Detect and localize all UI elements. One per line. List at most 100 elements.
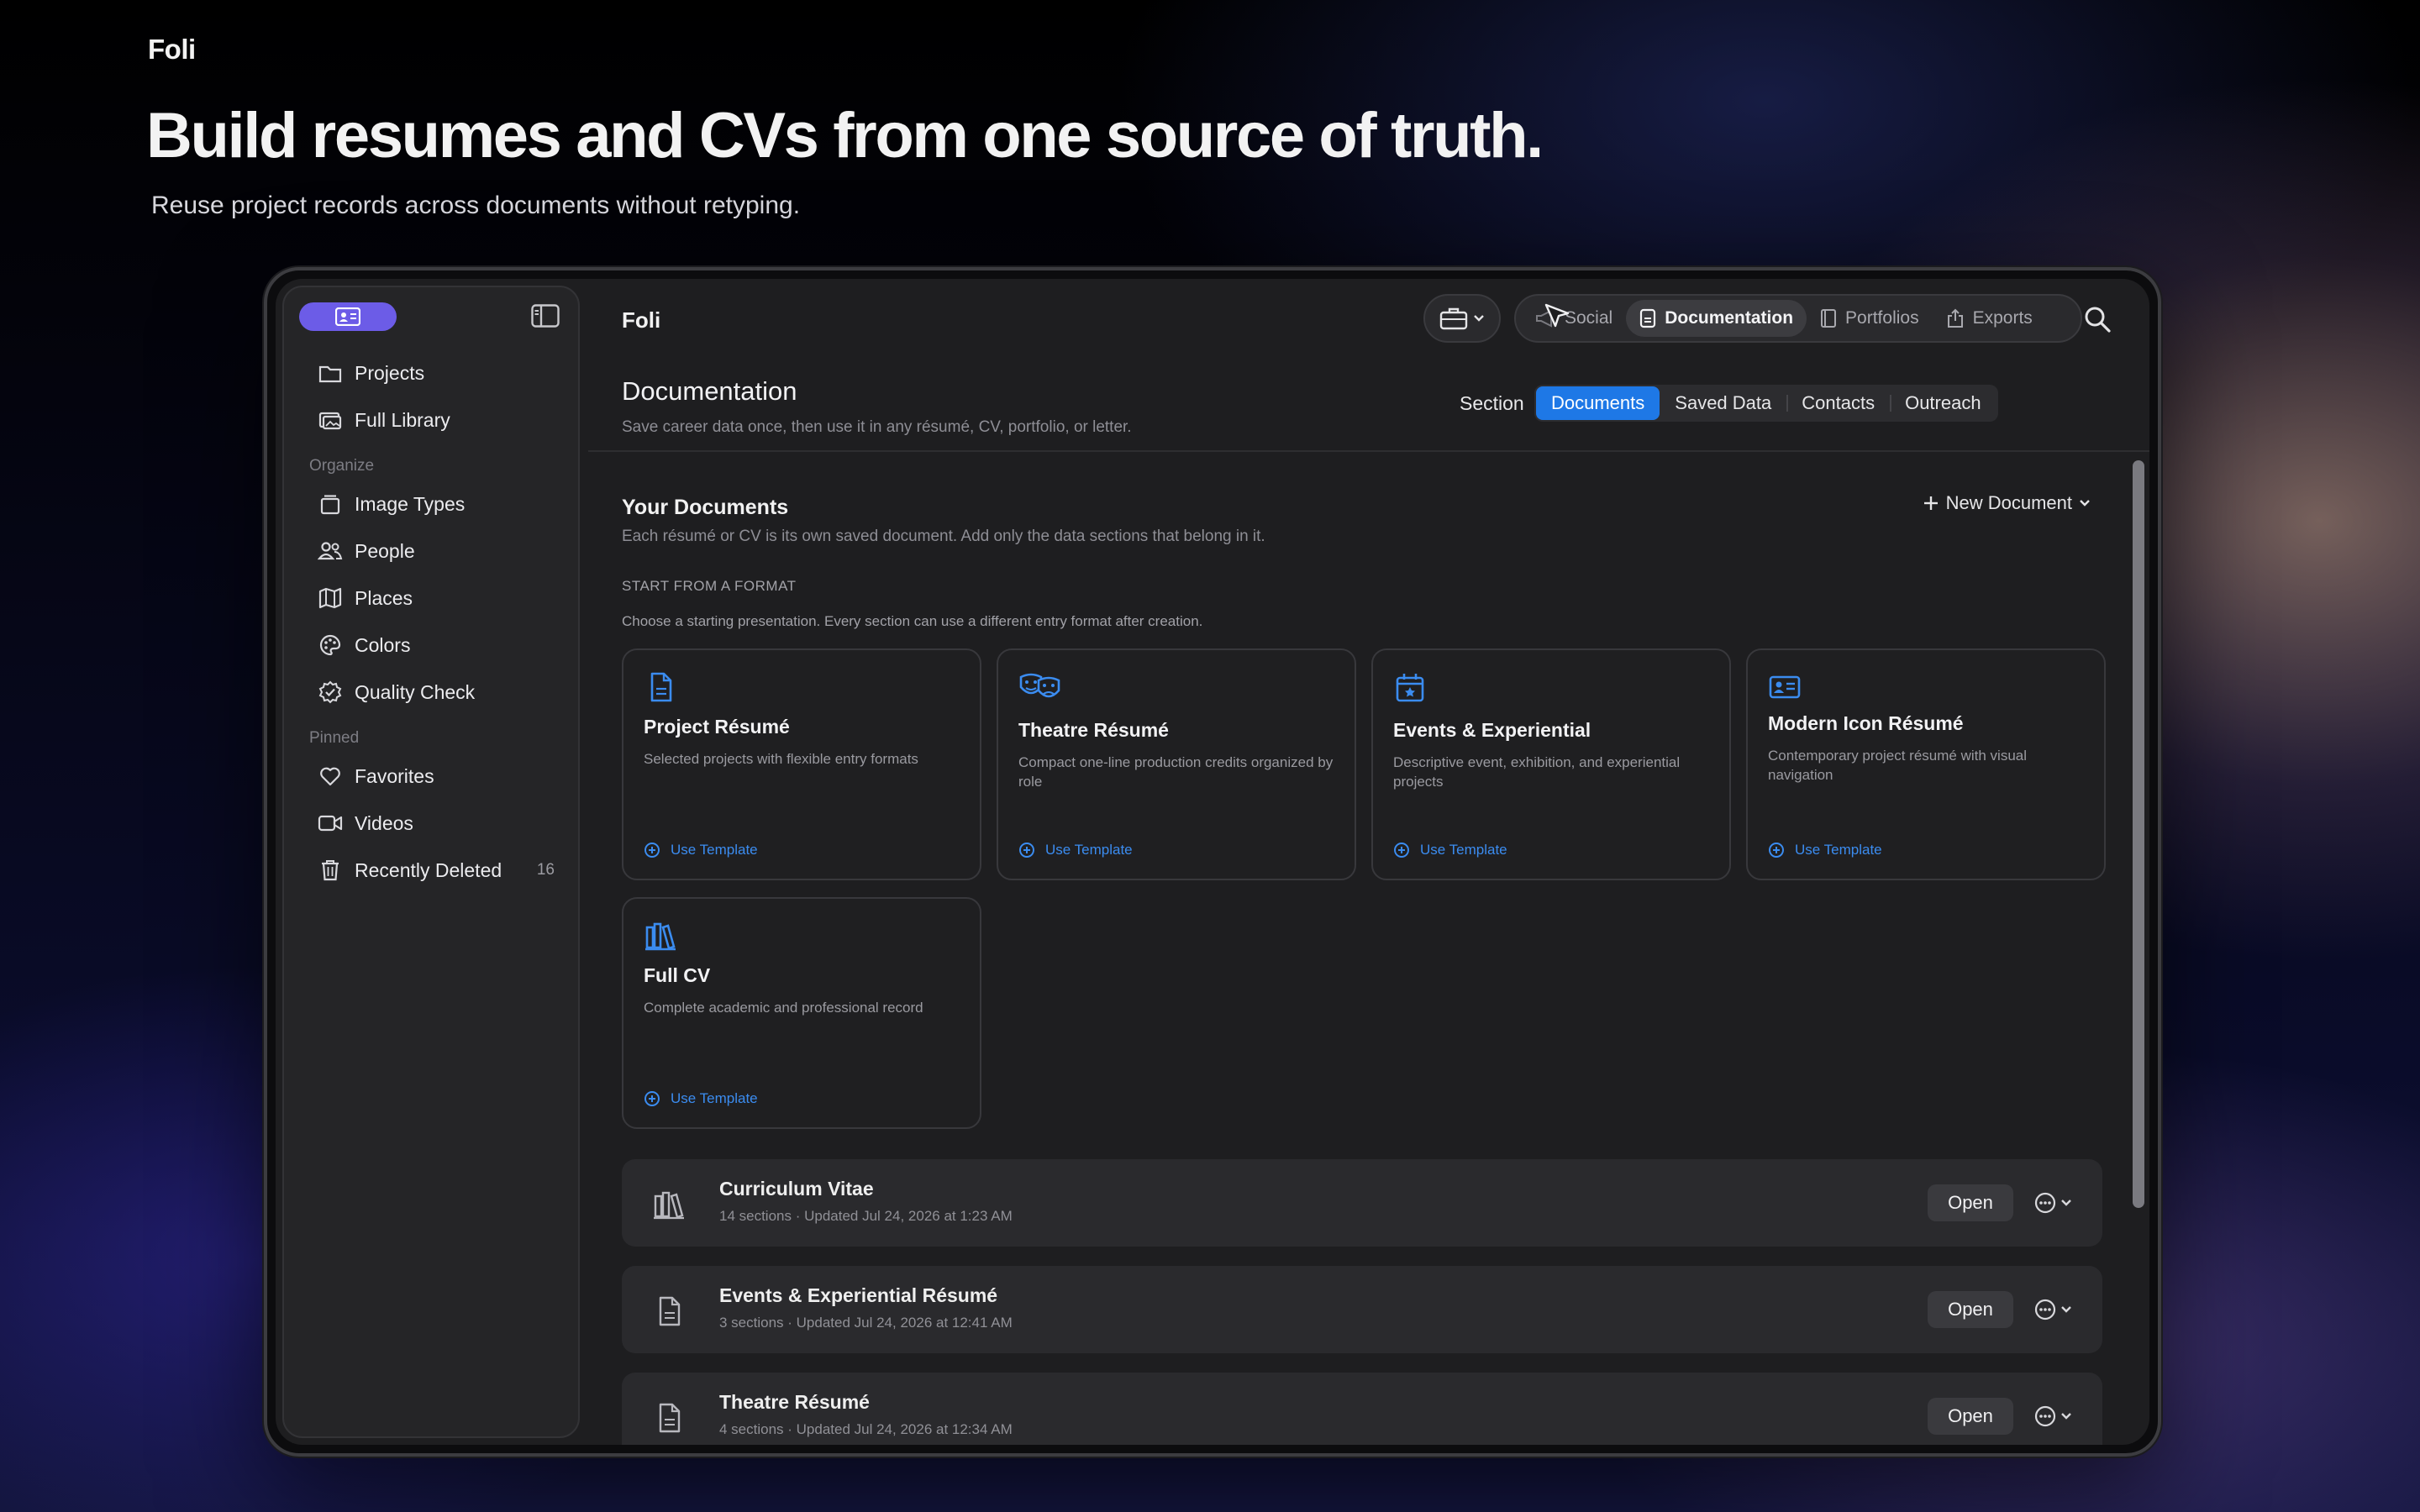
new-document-button[interactable]: New Document <box>1923 492 2091 514</box>
plus-circle-icon <box>1769 843 1784 858</box>
document-row-events-experiential[interactable]: Events & Experiential Résumé 3 sections … <box>622 1266 2102 1353</box>
map-icon <box>318 585 343 611</box>
search-icon[interactable] <box>2082 304 2112 334</box>
chevron-down-icon <box>2080 500 2090 507</box>
briefcase-icon <box>1439 307 1468 330</box>
device-frame: Projects Full Library Organize Image Typ… <box>264 267 2161 1457</box>
sidebar: Projects Full Library Organize Image Typ… <box>282 286 580 1438</box>
open-button[interactable]: Open <box>1928 1291 2013 1328</box>
sidebar-item-label: Quality Check <box>355 680 476 703</box>
palette-icon <box>318 633 343 658</box>
your-documents-title: Your Documents <box>622 496 789 519</box>
use-template-button[interactable]: Use Template <box>644 842 758 858</box>
document-meta: 14 sections · Updated Jul 24, 2026 at 1:… <box>719 1208 1013 1224</box>
hero-brand: Foli <box>148 34 196 65</box>
use-template-button[interactable]: Use Template <box>1393 842 1507 858</box>
template-description: Compact one-line production credits orga… <box>1018 754 1334 790</box>
sidebar-item-label: Projects <box>355 361 425 384</box>
more-options-button[interactable] <box>2033 1403 2077 1430</box>
template-title: Project Résumé <box>644 716 790 738</box>
open-button[interactable]: Open <box>1928 1184 2013 1221</box>
tab-label: Documentation <box>1665 308 1794 328</box>
tab-label: Portfolios <box>1845 308 1919 328</box>
heart-icon <box>318 764 343 789</box>
scrollbar[interactable] <box>2133 460 2144 1208</box>
use-template-label: Use Template <box>1420 842 1507 858</box>
sidebar-item-label: Places <box>355 586 413 609</box>
deleted-count: 16 <box>536 861 555 879</box>
tab-documentation[interactable]: Documentation <box>1626 300 1807 337</box>
template-description: Descriptive event, exhibition, and exper… <box>1393 754 1681 790</box>
sidebar-item-image-types[interactable]: Image Types <box>284 480 578 528</box>
section-documents[interactable]: Documents <box>1536 386 1660 420</box>
sidebar-section-organize: Organize <box>309 457 375 475</box>
tab-portfolios[interactable]: Portfolios <box>1807 300 1933 337</box>
document-meta: 4 sections · Updated Jul 24, 2026 at 12:… <box>719 1421 1013 1437</box>
main-panel: Foli Social Documentation Portfolios Exp… <box>588 279 2149 1445</box>
ellipsis-circle-icon <box>2034 1192 2056 1214</box>
sidebar-item-quality-check[interactable]: Quality Check <box>284 669 578 716</box>
sidebar-item-places[interactable]: Places <box>284 575 578 622</box>
sidebar-item-videos[interactable]: Videos <box>284 800 578 847</box>
sidebar-item-people[interactable]: People <box>284 528 578 575</box>
template-card-events-experiential[interactable]: Events & Experiential Descriptive event,… <box>1371 648 1731 880</box>
plus-circle-icon <box>644 843 660 858</box>
sidebar-item-full-library[interactable]: Full Library <box>284 396 578 444</box>
use-template-button[interactable]: Use Template <box>1018 842 1133 858</box>
template-card-full-cv[interactable]: Full CV Complete academic and profession… <box>622 897 981 1129</box>
hero-subline: Reuse project records across documents w… <box>151 192 801 219</box>
sidebar-item-recently-deleted[interactable]: Recently Deleted 16 <box>284 847 578 894</box>
tab-exports[interactable]: Exports <box>1933 300 2046 337</box>
ellipsis-circle-icon <box>2034 1405 2056 1427</box>
use-template-button[interactable]: Use Template <box>644 1090 758 1107</box>
sidebar-item-label: Full Library <box>355 408 450 431</box>
share-icon <box>1947 308 1963 328</box>
sidebar-item-label: Colors <box>355 633 411 656</box>
document-row-theatre-resume[interactable]: Theatre Résumé 4 sections · Updated Jul … <box>622 1373 2102 1445</box>
format-label: START FROM A FORMAT <box>622 578 797 594</box>
check-seal-icon <box>318 680 343 705</box>
format-description: Choose a starting presentation. Every se… <box>622 613 1203 629</box>
plus-icon <box>1923 496 1938 510</box>
app-window: Projects Full Library Organize Image Typ… <box>276 279 2149 1445</box>
document-title: Theatre Résumé <box>719 1391 870 1413</box>
use-template-button[interactable]: Use Template <box>1768 842 1882 858</box>
ellipsis-circle-icon <box>2034 1299 2056 1320</box>
account-button[interactable] <box>299 302 397 331</box>
template-card-project-resume[interactable]: Project Résumé Selected projects with fl… <box>622 648 981 880</box>
video-icon <box>318 811 343 836</box>
document-row-curriculum-vitae[interactable]: Curriculum Vitae 14 sections · Updated J… <box>622 1159 2102 1247</box>
section-saved-data[interactable]: Saved Data <box>1660 386 1786 420</box>
template-card-modern-icon-resume[interactable]: Modern Icon Résumé Contemporary project … <box>1746 648 2106 880</box>
person-card-icon <box>335 307 360 326</box>
books-icon <box>645 922 676 951</box>
more-options-button[interactable] <box>2033 1189 2077 1216</box>
book-icon <box>1821 309 1837 328</box>
sidebar-item-projects[interactable]: Projects <box>284 349 578 396</box>
use-template-label: Use Template <box>671 1090 758 1106</box>
sidebar-item-label: Videos <box>355 811 413 834</box>
workspace-menu-button[interactable] <box>1423 294 1501 343</box>
sidebar-section-pinned: Pinned <box>309 729 360 747</box>
new-document-label: New Document <box>1945 492 2072 513</box>
open-button[interactable]: Open <box>1928 1398 2013 1435</box>
chevron-down-icon <box>1474 315 1484 322</box>
sidebar-item-favorites[interactable]: Favorites <box>284 753 578 800</box>
template-title: Theatre Résumé <box>1018 719 1169 741</box>
section-outreach[interactable]: Outreach <box>1890 386 1996 420</box>
template-card-theatre-resume[interactable]: Theatre Résumé Compact one-line producti… <box>997 648 1356 880</box>
sidebar-toggle-icon[interactable] <box>531 304 560 328</box>
section-contacts[interactable]: Contacts <box>1786 386 1890 420</box>
tab-social[interactable]: Social <box>1521 300 1626 337</box>
sidebar-item-label: Image Types <box>355 492 466 515</box>
your-documents-description: Each résumé or CV is its own saved docum… <box>622 528 1265 545</box>
documents-content: Your Documents Each résumé or CV is its … <box>588 454 2149 1445</box>
more-options-button[interactable] <box>2033 1296 2077 1323</box>
section-label: Section <box>1460 391 1524 414</box>
section-picker: Documents Saved Data Contacts Outreach <box>1534 385 1998 422</box>
hero-headline: Build resumes and CVs from one source of… <box>146 100 1544 171</box>
plus-circle-icon <box>1394 843 1409 858</box>
sidebar-item-colors[interactable]: Colors <box>284 622 578 669</box>
app-title: Foli <box>622 307 661 333</box>
workspace-tabs: Social Documentation Portfolios Exports <box>1514 294 2082 343</box>
